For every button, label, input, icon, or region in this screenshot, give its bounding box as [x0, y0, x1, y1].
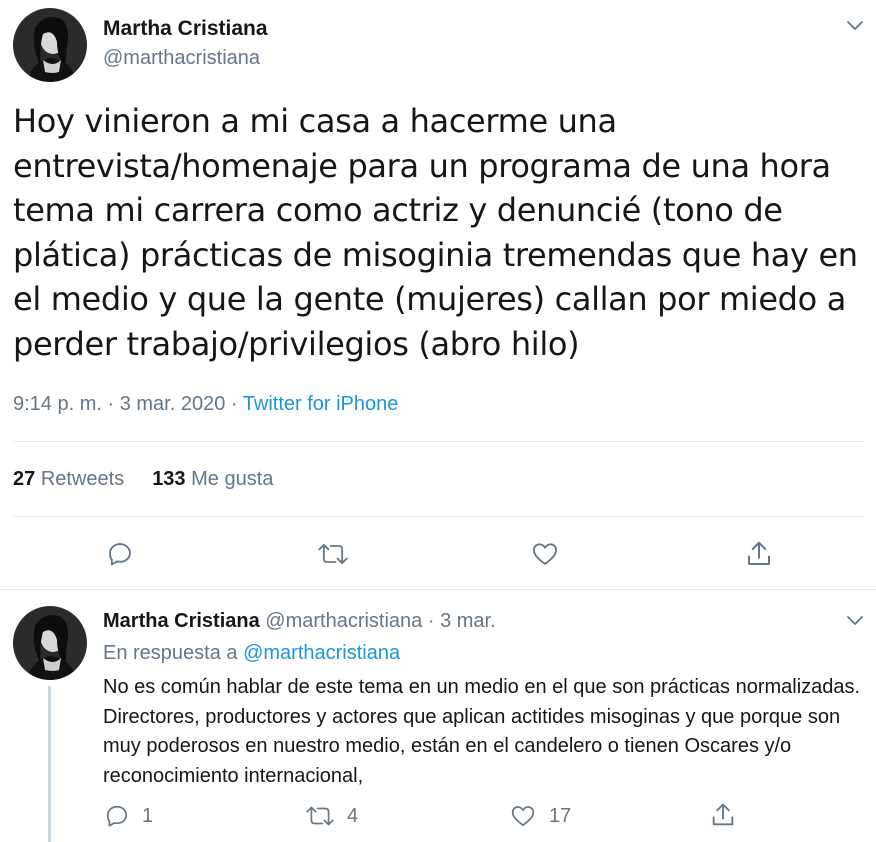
author-name[interactable]: Martha Cristiana — [103, 610, 260, 632]
reply-header: Martha Cristiana @marthacristiana · 3 ma… — [103, 610, 496, 633]
author-name[interactable]: Martha Cristiana — [103, 17, 268, 41]
likes-count: 133 — [152, 468, 186, 490]
retweet-icon — [318, 543, 348, 565]
like-icon — [511, 806, 535, 827]
chevron-down-icon[interactable] — [845, 19, 865, 33]
share-button[interactable] — [744, 539, 774, 569]
like-count: 17 — [549, 804, 572, 827]
in-reply-to: En respuesta a @marthacristiana — [103, 642, 400, 665]
reply-icon — [106, 805, 128, 827]
share-button[interactable] — [709, 801, 737, 829]
share-icon — [748, 541, 770, 565]
likes-stat[interactable]: 133 Me gusta — [152, 468, 273, 490]
avatar[interactable] — [13, 8, 87, 82]
like-button[interactable]: 17 — [509, 803, 571, 829]
like-button[interactable] — [530, 540, 560, 568]
retweet-button[interactable]: 4 — [305, 803, 358, 829]
reply-text: No es común hablar de este tema en un me… — [103, 676, 861, 787]
avatar[interactable] — [13, 606, 87, 680]
chevron-down-icon[interactable] — [845, 614, 865, 628]
reply-button[interactable]: 1 — [104, 803, 153, 829]
tweet-date[interactable]: 3 mar. — [440, 610, 496, 632]
reply-icon — [109, 543, 131, 566]
meta-separator: · — [225, 393, 243, 415]
divider — [13, 516, 864, 517]
tweet-source-link[interactable]: Twitter for iPhone — [243, 393, 399, 415]
retweets-label: Retweets — [40, 468, 125, 490]
header-separator: · — [422, 610, 441, 632]
tweet-meta: 9:14 p. m. · 3 mar. 2020 · Twitter for i… — [13, 393, 398, 416]
in-reply-handle-link[interactable]: @marthacristiana — [243, 642, 400, 664]
thread-line — [48, 686, 51, 842]
like-icon — [532, 543, 558, 565]
author-handle[interactable]: @marthacristiana — [265, 610, 422, 632]
likes-label: Me gusta — [191, 468, 274, 490]
reply-tweet[interactable]: Martha Cristiana @marthacristiana · 3 ma… — [0, 590, 876, 842]
tweet-text: Hoy vinieron a mi casa a hacerme una ent… — [13, 102, 858, 363]
reply-count: 1 — [142, 804, 154, 827]
reply-button[interactable] — [106, 540, 134, 568]
in-reply-label: En respuesta a — [103, 642, 238, 664]
author-handle[interactable]: @marthacristiana — [103, 47, 260, 70]
retweet-count: 4 — [347, 804, 359, 827]
retweets-stat[interactable]: 27 Retweets — [13, 468, 124, 490]
retweet-icon — [306, 806, 334, 826]
share-icon — [712, 803, 734, 826]
retweets-count: 27 — [13, 468, 36, 490]
tweet-timestamp[interactable]: 9:14 p. m. · 3 mar. 2020 — [13, 393, 225, 415]
divider — [13, 441, 864, 442]
main-tweet: Martha Cristiana @marthacristiana Hoy vi… — [0, 0, 876, 590]
tweet-stats: 27 Retweets 133 Me gusta — [13, 468, 273, 491]
retweet-button[interactable] — [317, 540, 349, 568]
